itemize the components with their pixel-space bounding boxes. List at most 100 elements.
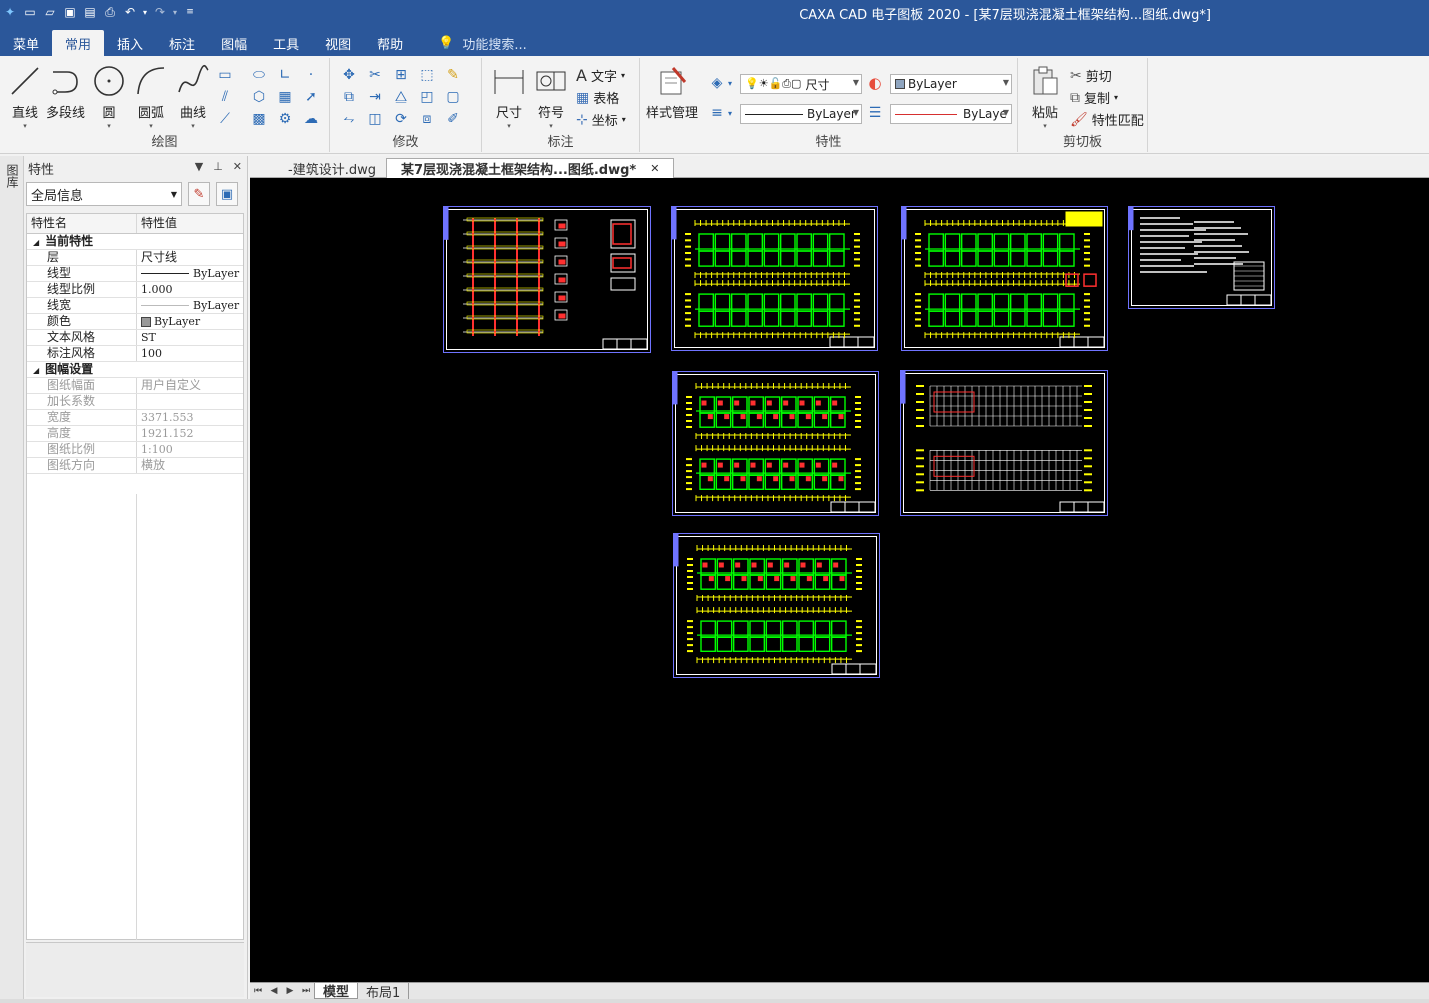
line-stack-icon[interactable]: ≡ — [708, 104, 726, 122]
arc-button[interactable]: 圆弧 ▾ — [134, 64, 168, 130]
scale-icon[interactable]: ◰ — [418, 88, 436, 106]
save-as-icon[interactable]: ▤ — [80, 2, 100, 22]
table-row[interactable]: 线型 ByLayer — [27, 266, 243, 282]
drawing-canvas[interactable] — [250, 178, 1429, 982]
drawing-sheet[interactable] — [673, 533, 880, 678]
centerline-icon[interactable]: ⟋ — [216, 110, 234, 128]
rotate-icon[interactable]: ⟳ — [392, 110, 410, 128]
mirror-icon[interactable]: ⧋ — [392, 88, 410, 106]
save-icon[interactable]: ▣ — [60, 2, 80, 22]
copy-object-icon[interactable]: ⧉ — [340, 88, 358, 106]
dimension-button[interactable]: 尺寸 ▾ — [492, 64, 526, 130]
layer-combo[interactable]: 💡☀🔓⎙▢ 尺寸 ▼ — [740, 74, 862, 94]
match-properties-button[interactable]: 🖌 特性匹配 — [1070, 110, 1144, 130]
category-current[interactable]: ◢ 当前特性 — [27, 234, 243, 250]
drawing-sheet[interactable] — [901, 206, 1108, 351]
block-icon[interactable]: ⚙ — [276, 110, 294, 128]
tab-insert[interactable]: 插入 — [104, 30, 156, 56]
customize-toolbar-icon[interactable]: ≡ — [180, 2, 200, 22]
deselect-button[interactable]: ✎ — [188, 182, 210, 206]
drawing-sheet[interactable] — [443, 206, 651, 353]
array-icon[interactable]: ⊞ — [392, 66, 410, 84]
symbol-button[interactable]: 符号 ▾ — [534, 64, 568, 130]
text-button[interactable]: A 文字 ▾ — [576, 66, 625, 85]
table-row[interactable]: 线宽 ByLayer — [27, 298, 243, 314]
arrow-icon[interactable]: ➚ — [302, 88, 320, 106]
prev-tab-icon[interactable]: ◀ — [266, 986, 282, 996]
color-wheel-icon[interactable]: ◐ — [866, 74, 884, 92]
explode-icon[interactable]: ▢ — [444, 88, 462, 106]
library-side-tab[interactable]: 图库 — [0, 156, 24, 999]
circle-button[interactable]: 圆 ▾ — [92, 64, 126, 130]
drawing-sheet[interactable] — [672, 371, 879, 516]
undo-icon[interactable]: ↶ — [120, 2, 140, 22]
tab-common[interactable]: 常用 — [52, 30, 105, 56]
angle-line-icon[interactable]: ∟ — [276, 66, 294, 84]
move-icon[interactable]: ✥ — [340, 66, 358, 84]
undo-dropdown-icon[interactable]: ▾ — [140, 2, 150, 22]
stretch-icon[interactable]: ⬚ — [418, 66, 436, 84]
lineweight-combo[interactable]: ByLaye ▼ — [890, 104, 1012, 124]
hatch-icon[interactable]: ▦ — [276, 88, 294, 106]
tab-view[interactable]: 视图 — [312, 30, 364, 56]
last-tab-icon[interactable]: ⏭ — [298, 986, 314, 996]
paste-button[interactable]: 粘贴 ▾ — [1028, 64, 1062, 130]
copy-button[interactable]: ⧉ 复制 ▾ — [1070, 88, 1118, 108]
app-logo-icon[interactable]: ✦ — [0, 2, 20, 22]
doc-tab-architecture[interactable]: -建筑设计.dwg — [274, 158, 390, 178]
pin-icon[interactable]: ⊥ — [213, 160, 223, 173]
redo-dropdown-icon[interactable]: ▾ — [170, 2, 180, 22]
tab-help[interactable]: 帮助 — [364, 30, 416, 56]
extend-icon[interactable]: ⇥ — [366, 88, 384, 106]
open-file-icon[interactable]: ▱ — [40, 2, 60, 22]
trim-icon[interactable]: ✂ — [366, 66, 384, 84]
eraser-icon[interactable]: ✎ — [444, 66, 462, 84]
drawing-sheet[interactable] — [900, 370, 1108, 516]
fill-icon[interactable]: ▩ — [250, 110, 268, 128]
ellipse-icon[interactable]: ⬭ — [250, 66, 268, 84]
edit-icon[interactable]: ✐ — [444, 110, 462, 128]
drawing-sheet[interactable] — [671, 206, 878, 351]
lineweight-icon[interactable]: ☰ — [866, 104, 884, 122]
point-icon[interactable]: · — [302, 66, 320, 84]
tab-model[interactable]: 模型 — [314, 983, 359, 1000]
doc-tab-structure[interactable]: 某7层现浇混凝土框架结构...图纸.dwg* ✕ — [386, 158, 675, 178]
print-icon[interactable]: ⎙ — [100, 2, 120, 22]
tab-tools[interactable]: 工具 — [260, 30, 312, 56]
polygon-icon[interactable]: ⬡ — [250, 88, 268, 106]
layer-dropdown-arrow-icon[interactable]: ▾ — [726, 74, 734, 92]
break-icon[interactable]: ⧈ — [418, 110, 436, 128]
cloud-icon[interactable]: ☁ — [302, 110, 320, 128]
drawing-sheet[interactable] — [1128, 206, 1275, 309]
scope-select[interactable]: 全局信息 ▼ — [26, 182, 182, 206]
table-row[interactable]: 线型比例 1.000 — [27, 282, 243, 298]
close-tab-icon[interactable]: ✕ — [650, 162, 659, 175]
linetype-combo[interactable]: ByLayer ▼ — [740, 104, 862, 124]
color-combo[interactable]: ByLayer ▼ — [890, 74, 1012, 94]
table-row[interactable]: 层尺寸线 — [27, 250, 243, 266]
cut-button[interactable]: ✂ 剪切 — [1070, 66, 1112, 86]
close-panel-icon[interactable]: ✕ — [233, 160, 242, 173]
parallel-line-icon[interactable]: ⫽ — [216, 88, 234, 106]
redo-icon[interactable]: ↷ — [150, 2, 170, 22]
polyline-button[interactable]: 多段线 — [46, 64, 85, 121]
tab-annotate[interactable]: 标注 — [156, 30, 208, 56]
offset-icon[interactable]: ⥊ — [340, 110, 358, 128]
curve-button[interactable]: 曲线 ▾ — [176, 64, 210, 130]
tab-menu[interactable]: 菜单 — [0, 30, 52, 56]
table-row[interactable]: 标注风格 100 — [27, 346, 243, 362]
new-file-icon[interactable]: ▭ — [20, 2, 40, 22]
tab-sheet[interactable]: 图幅 — [208, 30, 260, 56]
function-search[interactable]: 💡 功能搜索... — [438, 30, 527, 56]
category-sheet[interactable]: ◢ 图幅设置 — [27, 362, 243, 378]
quick-select-button[interactable]: ▣ — [216, 182, 238, 206]
next-tab-icon[interactable]: ▶ — [282, 986, 298, 996]
table-button[interactable]: ▦ 表格 — [576, 88, 619, 108]
rectangle-icon[interactable]: ▭ — [216, 66, 234, 84]
line-dropdown-arrow-icon[interactable]: ▾ — [726, 104, 734, 122]
coordinate-button[interactable]: ⊹ 坐标 ▾ — [576, 110, 626, 130]
fillet-icon[interactable]: ◫ — [366, 110, 384, 128]
panel-menu-icon[interactable]: ▼ — [195, 160, 203, 173]
style-manager-button[interactable]: 样式管理 — [646, 64, 698, 121]
table-row[interactable]: 文本风格 ST — [27, 330, 243, 346]
